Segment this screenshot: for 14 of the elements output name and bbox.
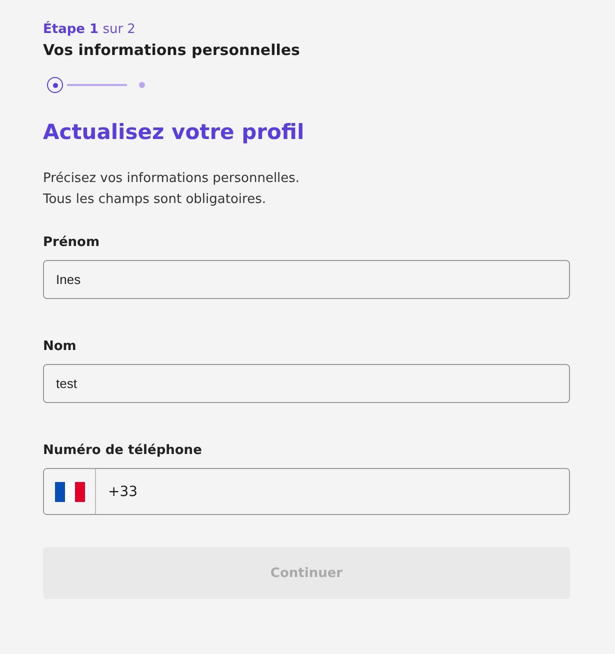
input-field[interactable]: Ines <box>43 260 570 299</box>
step-indicator: Étape 1 sur 2 <box>43 22 136 37</box>
input-field[interactable]: test <box>43 364 570 403</box>
description-text: Tous les champs sont obligatoires. <box>43 191 267 209</box>
flag-icon <box>54 482 84 502</box>
field-label: Prénom <box>43 235 100 250</box>
page-heading: Actualisez votre profil <box>43 120 306 144</box>
field-label: Numéro de téléphone <box>43 443 203 458</box>
section-title: Vos informations personnelles <box>43 41 301 59</box>
country-selector[interactable] <box>44 469 96 514</box>
stepper-line <box>67 84 127 86</box>
description-text: Précisez vos informations personnelles. <box>43 170 301 188</box>
field-label: Nom <box>43 339 78 354</box>
phone-input-field[interactable]: +33 <box>43 468 570 515</box>
